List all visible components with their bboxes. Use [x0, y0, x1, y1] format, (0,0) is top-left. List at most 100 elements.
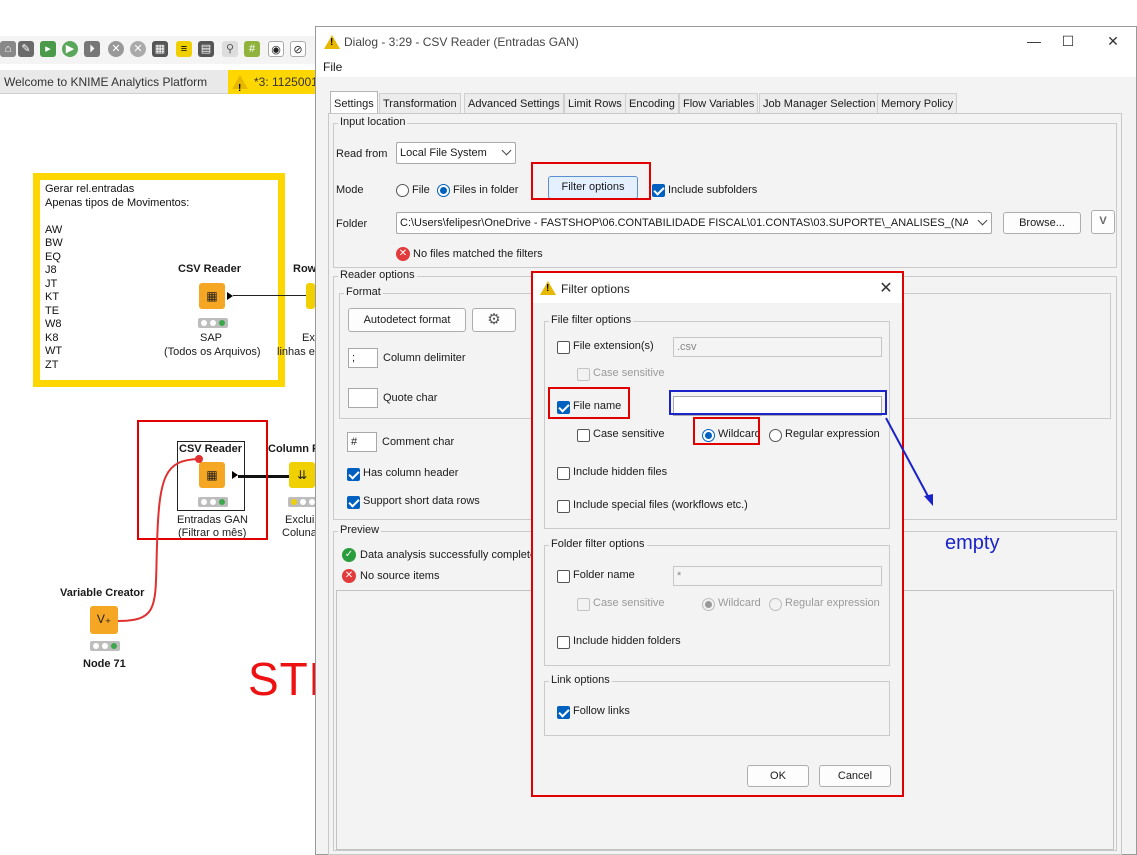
- input-location-label: Input location: [338, 116, 408, 128]
- folder-name-checkbox[interactable]: [557, 570, 570, 583]
- include-subfolders-checkbox[interactable]: [652, 184, 665, 197]
- file-extension-case-checkbox[interactable]: [577, 368, 590, 381]
- quote-char-label: Quote char: [383, 392, 438, 404]
- chevron-down-icon: [977, 215, 988, 226]
- gear-icon: ⚙: [487, 311, 501, 328]
- column-filter-icon: ⇊: [296, 468, 308, 482]
- flow-variable-icon: V: [1099, 215, 1107, 227]
- row-filter-node[interactable]: [306, 283, 315, 309]
- include-hidden-folders-checkbox[interactable]: [557, 636, 570, 649]
- column-delimiter-input[interactable]: ;: [348, 348, 378, 368]
- minimize-icon[interactable]: —: [1024, 31, 1044, 51]
- tab-limit-rows[interactable]: Limit Rows: [564, 93, 626, 114]
- menu-file[interactable]: File: [323, 60, 342, 74]
- reset-icon[interactable]: ▦: [152, 41, 168, 57]
- mode-files-in-folder-radio[interactable]: [437, 184, 450, 197]
- close-icon[interactable]: ✕: [876, 278, 896, 298]
- grid-icon[interactable]: #: [244, 41, 260, 57]
- zoom-icon[interactable]: ⚲: [222, 41, 238, 57]
- tab-advanced-settings[interactable]: Advanced Settings: [464, 93, 564, 114]
- knime-toolbar: ⌂ ✎ ▸ ▶ ⏵ ✕ ✕ ▦ ≡ ▤ ⚲ # ◉ ⊘: [0, 36, 320, 64]
- error-icon: ✕: [396, 247, 410, 261]
- follow-links-checkbox[interactable]: [557, 706, 570, 719]
- tab-memory-policy[interactable]: Memory Policy: [877, 93, 958, 114]
- highlight-box-file-name: [548, 387, 630, 419]
- tab-settings[interactable]: Settings: [330, 91, 378, 114]
- filter-dialog-title: Filter options: [561, 282, 630, 296]
- file-extension-label: File extension(s): [573, 340, 654, 352]
- support-short-rows-checkbox[interactable]: [347, 496, 360, 509]
- node-repository-icon[interactable]: ⌂: [0, 41, 16, 57]
- node-label-sap-sub: (Todos os Arquivos): [164, 346, 261, 358]
- csv-reader-icon: ▦: [206, 289, 218, 303]
- variable-icon: V₊: [96, 612, 112, 626]
- maximize-icon[interactable]: ☐: [1058, 31, 1078, 51]
- file-name-case-checkbox[interactable]: [577, 429, 590, 442]
- browse-button[interactable]: Browse...: [1003, 212, 1081, 234]
- read-from-label: Read from: [336, 148, 388, 160]
- include-hidden-files-label: Include hidden files: [573, 466, 668, 478]
- configure-icon[interactable]: ▸: [40, 41, 56, 57]
- folder-name-regex-radio[interactable]: [769, 598, 782, 611]
- folder-name-case-checkbox[interactable]: [577, 598, 590, 611]
- node-label-row-filter-sub: linhas e: [277, 346, 315, 358]
- tab-transformation[interactable]: Transformation: [379, 93, 461, 114]
- cancel-icon[interactable]: ✕: [108, 41, 124, 57]
- mode-label: Mode: [336, 184, 364, 196]
- file-extension-checkbox[interactable]: [557, 341, 570, 354]
- variable-creator-node[interactable]: V₊: [90, 606, 118, 634]
- comment-char-input[interactable]: #: [347, 432, 377, 452]
- ok-button[interactable]: OK: [747, 765, 809, 787]
- execute-icon[interactable]: ▶: [62, 41, 78, 57]
- support-short-rows-label: Support short data rows: [363, 495, 480, 507]
- cancel-all-icon[interactable]: ✕: [130, 41, 146, 57]
- edit-node-icon[interactable]: ✎: [18, 41, 34, 57]
- read-from-select[interactable]: Local File System: [396, 142, 516, 164]
- file-extension-input[interactable]: .csv: [673, 337, 882, 357]
- node-status-lights: [90, 641, 120, 651]
- annotation-icon[interactable]: ≡: [176, 41, 192, 57]
- node-title-column-filter: Column F: [268, 443, 319, 455]
- csv-reader-sap-node[interactable]: ▦: [199, 283, 225, 309]
- mode-files-in-folder-label: Files in folder: [453, 184, 519, 196]
- close-icon[interactable]: ✕: [1103, 31, 1123, 51]
- tab-flow-variables[interactable]: Flow Variables: [679, 93, 759, 114]
- has-column-header-checkbox[interactable]: [347, 468, 360, 481]
- hide-name-icon[interactable]: ⊘: [290, 41, 306, 57]
- column-delimiter-label: Column delimiter: [383, 352, 466, 364]
- tab-workflow[interactable]: *3: 11250015: [228, 70, 320, 94]
- include-special-files-checkbox[interactable]: [557, 500, 570, 513]
- connection-line: [233, 295, 306, 296]
- tab-job-manager-selection[interactable]: Job Manager Selection: [759, 93, 880, 114]
- tab-encoding[interactable]: Encoding: [625, 93, 679, 114]
- output-port-icon[interactable]: [227, 292, 233, 300]
- folder-name-input[interactable]: *: [673, 566, 882, 586]
- show-id-icon[interactable]: ◉: [268, 41, 284, 57]
- chevron-down-icon: [501, 145, 512, 156]
- cancel-button[interactable]: Cancel: [819, 765, 891, 787]
- file-name-regex-radio[interactable]: [769, 429, 782, 442]
- include-hidden-files-checkbox[interactable]: [557, 467, 570, 480]
- flow-variable-button[interactable]: V: [1091, 210, 1115, 234]
- column-filter-node[interactable]: ⇊: [289, 462, 315, 488]
- folder-name-regex-label: Regular expression: [785, 597, 880, 609]
- folder-name-wildcard-radio[interactable]: [702, 598, 715, 611]
- folder-label: Folder: [336, 218, 368, 230]
- quote-char-input[interactable]: [348, 388, 378, 408]
- file-name-regex-label: Regular expression: [785, 428, 880, 440]
- folder-name-label: Folder name: [573, 569, 635, 581]
- flow-variable-connection: [117, 458, 200, 622]
- table-view-icon[interactable]: ▤: [198, 41, 214, 57]
- autodetect-format-button[interactable]: Autodetect format: [348, 308, 466, 332]
- folder-path-select[interactable]: C:\Users\felipesr\OneDrive - FASTSHOP\06…: [396, 212, 992, 234]
- node-label-column-filter: Excluir: [285, 514, 319, 526]
- execute-all-icon[interactable]: ⏵: [84, 41, 100, 57]
- filter-options-dialog: Filter options ✕ File filter options Fil…: [531, 271, 904, 797]
- tab-welcome[interactable]: Welcome to KNIME Analytics Platform: [0, 70, 222, 94]
- no-files-matched-message: No files matched the filters: [413, 248, 543, 260]
- format-settings-button[interactable]: ⚙: [472, 308, 516, 332]
- link-options-label: Link options: [549, 674, 612, 686]
- preview-label: Preview: [338, 524, 382, 536]
- node-title-row-filter: Row: [293, 263, 317, 275]
- mode-file-radio[interactable]: [396, 184, 409, 197]
